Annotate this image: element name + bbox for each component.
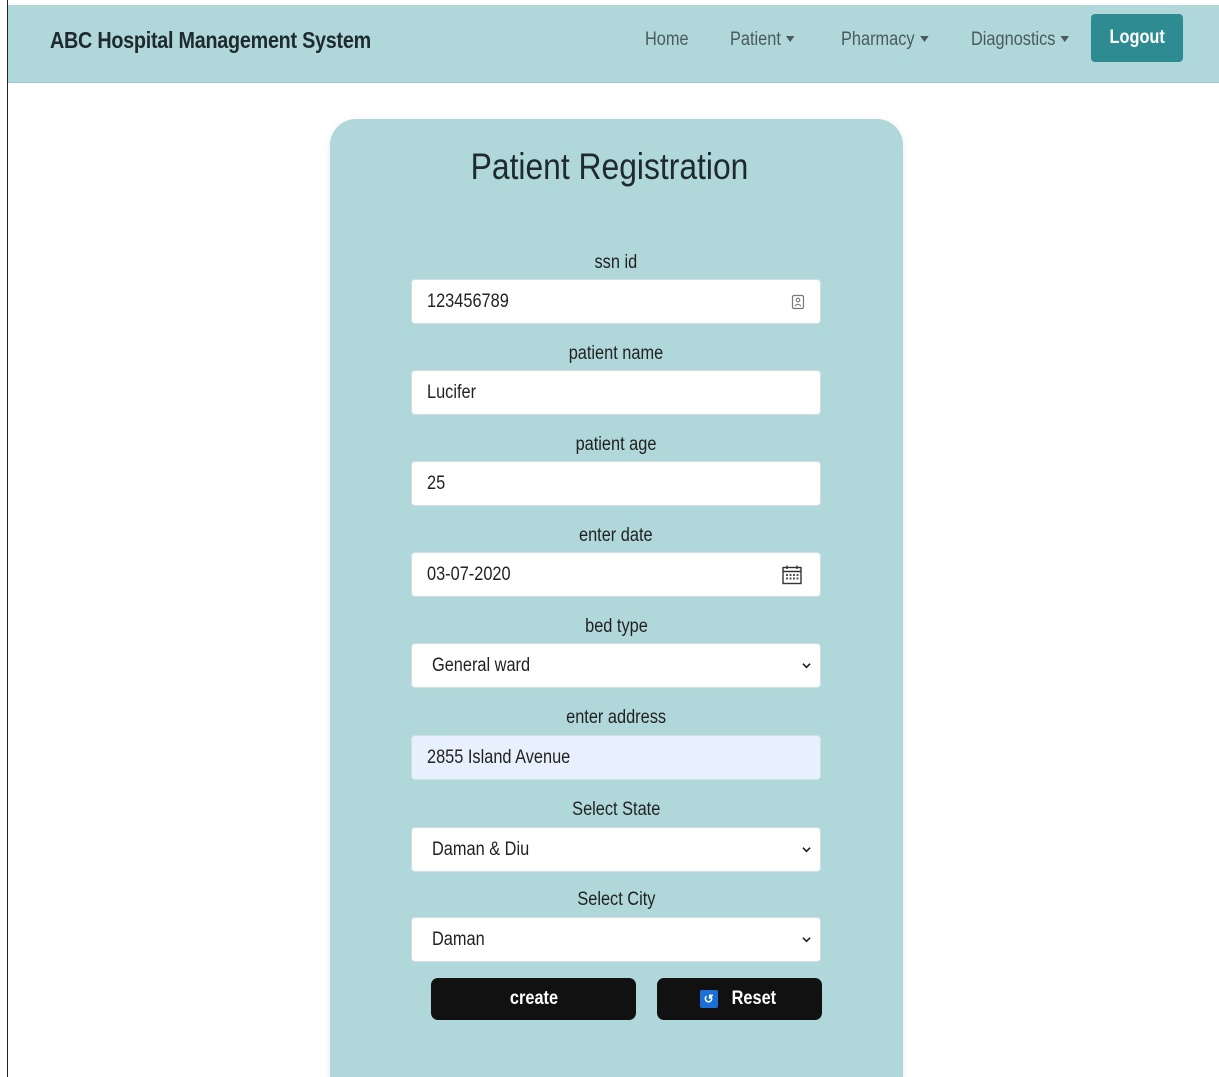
address-value: 2855 Island Avenue <box>427 747 571 768</box>
create-button[interactable]: create <box>431 978 636 1020</box>
state-select[interactable]: Daman & Diu <box>411 827 821 872</box>
logout-button[interactable]: Logout <box>1091 14 1183 62</box>
bed-type-label: bed type <box>584 616 648 637</box>
page-title: Patient Registration <box>470 146 749 187</box>
nav-diagnostics-dropdown[interactable]: Diagnostics <box>971 29 1070 51</box>
nav-pharmacy-dropdown[interactable]: Pharmacy <box>841 29 929 51</box>
city-value: Daman <box>432 929 485 950</box>
date-label: enter date <box>579 525 653 546</box>
patient-age-value: 25 <box>427 473 446 494</box>
chevron-down-icon <box>802 937 811 943</box>
patient-name-label: patient name <box>568 343 664 364</box>
reset-icon: ↺ <box>699 990 718 1008</box>
nav-patient-dropdown[interactable]: Patient <box>730 29 795 51</box>
date-value: 03-07-2020 <box>427 564 511 585</box>
create-label: create <box>509 988 558 1009</box>
nav-patient-label: Patient <box>730 29 781 50</box>
reset-button[interactable]: ↺ Reset <box>657 978 822 1020</box>
caret-down-icon <box>1060 36 1070 42</box>
nav-pharmacy-label: Pharmacy <box>841 29 915 50</box>
bed-type-value: General ward <box>432 655 531 676</box>
brand-title[interactable]: ABC Hospital Management System <box>50 27 371 54</box>
calendar-icon[interactable] <box>780 563 804 587</box>
nav-home-label: Home <box>645 29 689 50</box>
ssn-input[interactable]: 123456789 <box>411 279 821 324</box>
patient-age-input[interactable]: 25 <box>411 461 821 506</box>
app-window: ABC Hospital Management System Home Pati… <box>0 0 1219 1077</box>
patient-name-value: Lucifer <box>427 382 477 403</box>
nav-diagnostics-label: Diagnostics <box>971 29 1056 50</box>
ssn-value: 123456789 <box>427 291 509 312</box>
address-input[interactable]: 2855 Island Avenue <box>411 735 821 780</box>
contact-card-icon[interactable] <box>786 290 810 314</box>
ssn-label: ssn id <box>594 252 638 273</box>
state-label: Select State <box>571 799 661 820</box>
chevron-down-icon <box>802 663 811 669</box>
logout-label: Logout <box>1109 27 1165 48</box>
patient-name-input[interactable]: Lucifer <box>411 370 821 415</box>
bed-type-select[interactable]: General ward <box>411 643 821 688</box>
caret-down-icon <box>919 36 929 42</box>
navbar: ABC Hospital Management System Home Pati… <box>8 5 1219 83</box>
window-border <box>7 0 8 1077</box>
city-label: Select City <box>576 889 656 910</box>
patient-age-label: patient age <box>575 434 657 455</box>
nav-home[interactable]: Home <box>645 29 689 51</box>
caret-down-icon <box>786 36 795 42</box>
chevron-down-icon <box>802 847 811 853</box>
city-select[interactable]: Daman <box>411 917 821 962</box>
state-value: Daman & Diu <box>432 839 530 860</box>
reset-label: Reset <box>731 988 776 1009</box>
address-label: enter address <box>566 707 666 728</box>
date-input[interactable]: 03-07-2020 <box>411 552 821 597</box>
